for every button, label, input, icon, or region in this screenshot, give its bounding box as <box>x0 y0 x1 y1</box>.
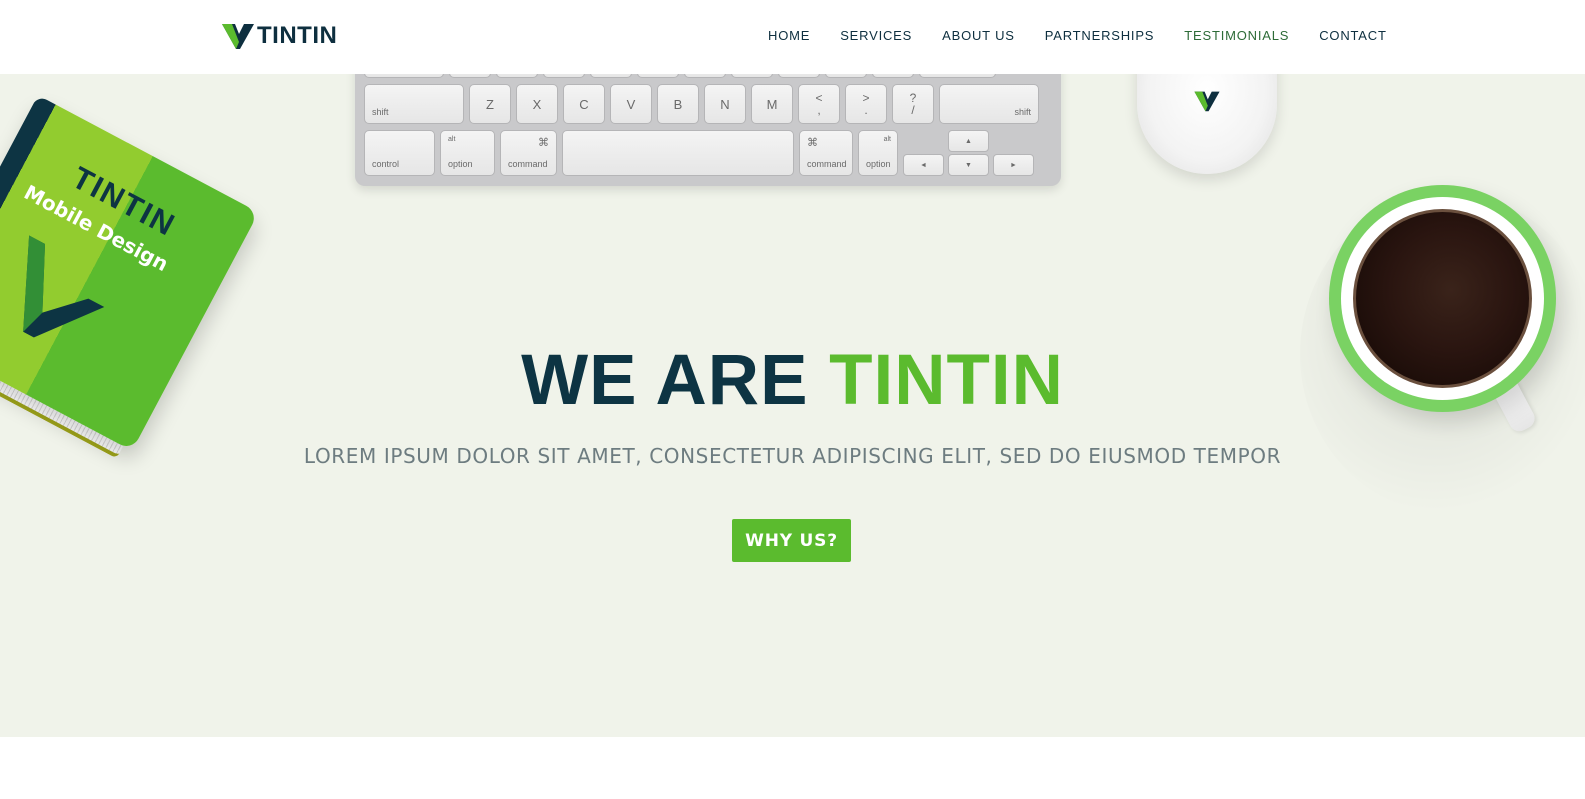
hero-headline: WE ARE TINTIN <box>0 340 1585 421</box>
key-arrow-up: ▲ <box>948 130 989 152</box>
nav-item-services[interactable]: SERVICES <box>840 28 912 43</box>
keyboard-row-bottom: control alt option ⌘ command ⌘ command alt o… <box>364 130 1034 176</box>
key-option-right: alt option <box>858 130 898 176</box>
top-navbar: TINTIN HOME SERVICES ABOUT US PARTNERSHI… <box>0 0 1585 74</box>
key-slash: ? / <box>892 84 934 124</box>
nav-item-about-us[interactable]: ABOUT US <box>942 28 1015 43</box>
headline-we-are: WE ARE <box>521 341 809 420</box>
key-arrow-down: ▼ <box>948 154 989 176</box>
key-option-left: alt option <box>440 130 495 176</box>
nav-item-partnerships[interactable]: PARTNERSHIPS <box>1045 28 1155 43</box>
mouse-image <box>1137 74 1277 174</box>
key-space <box>562 130 794 176</box>
hero-section: shift Z X C V B N M <, >. ? / shift contr… <box>0 74 1585 737</box>
key-control: control <box>364 130 435 176</box>
key-x: X <box>516 84 558 124</box>
keyboard-row-top <box>364 74 996 78</box>
main-nav: HOME SERVICES ABOUT US PARTNERSHIPS TEST… <box>768 28 1387 43</box>
key-command-left: ⌘ command <box>500 130 557 176</box>
nav-item-contact[interactable]: CONTACT <box>1319 28 1386 43</box>
nav-item-testimonials[interactable]: TESTIMONIALS <box>1184 28 1289 43</box>
v-logo-icon <box>222 24 254 49</box>
v-logo-icon <box>1194 91 1220 112</box>
brand-name: TINTIN <box>257 22 338 49</box>
brand-logo-link[interactable]: TINTIN <box>222 22 337 50</box>
nav-item-home[interactable]: HOME <box>768 28 810 43</box>
key-shift-right: shift <box>939 84 1039 124</box>
key-arrow-left: ◄ <box>903 154 944 176</box>
keyboard-row-shift: shift Z X C V B N M <, >. ? / shift <box>364 84 1039 124</box>
keyboard-image: shift Z X C V B N M <, >. ? / shift contr… <box>355 74 1061 186</box>
key-arrow-right: ► <box>993 154 1034 176</box>
key-v: V <box>610 84 652 124</box>
key-comma: <, <box>798 84 840 124</box>
headline-brand: TINTIN <box>829 341 1064 420</box>
key-n: N <box>704 84 746 124</box>
key-b: B <box>657 84 699 124</box>
key-c: C <box>563 84 605 124</box>
hero-tagline: LOREM IPSUM DOLOR SIT AMET, CONSECTETUR … <box>303 444 1282 468</box>
why-us-button[interactable]: WHY US? <box>732 519 851 562</box>
key-command-right: ⌘ command <box>799 130 853 176</box>
key-period: >. <box>845 84 887 124</box>
arrow-keys: ◄ ▲ ▼ ► <box>903 130 1034 176</box>
key-shift-left: shift <box>364 84 464 124</box>
key-m: M <box>751 84 793 124</box>
key-z: Z <box>469 84 511 124</box>
